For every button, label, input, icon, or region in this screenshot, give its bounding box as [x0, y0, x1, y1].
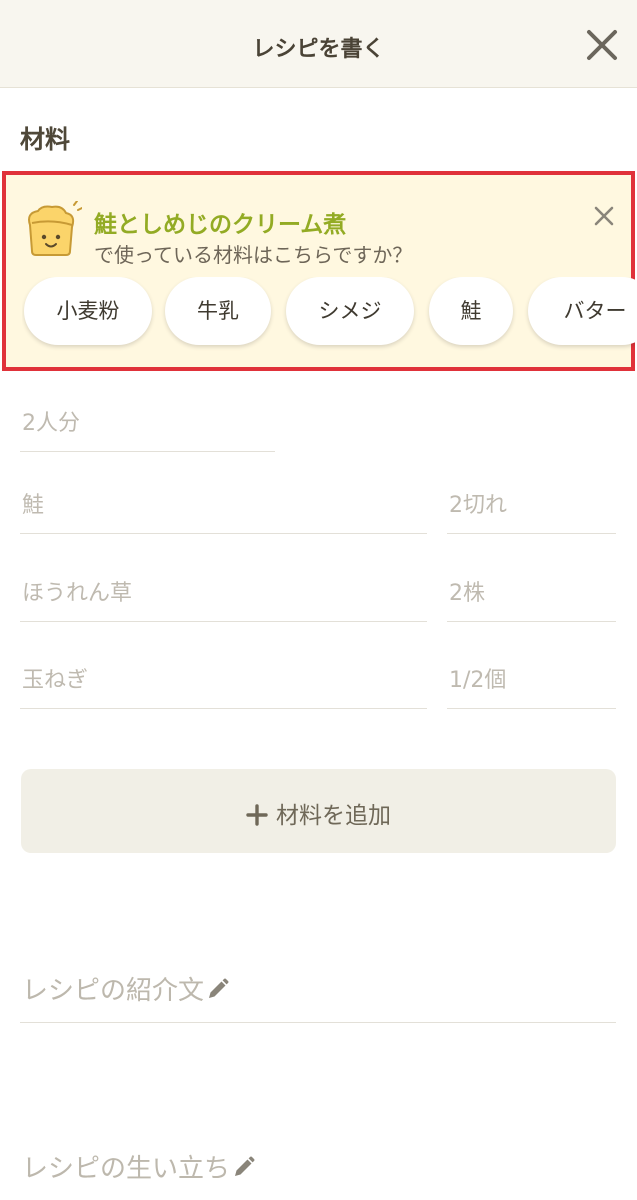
servings-field [20, 396, 275, 452]
ingredient-name-field [20, 653, 427, 709]
page-title: レシピを書く [252, 37, 385, 62]
ingredient-quantity-input[interactable] [447, 478, 616, 533]
suggestion-chip-list: 小麦粉 牛乳 シメジ 鮭 バター [22, 277, 635, 351]
add-ingredient-button[interactable]: 材料を追加 [21, 769, 616, 853]
pencil-icon [209, 978, 229, 998]
ingredient-quantity-field [447, 478, 616, 534]
add-ingredient-label: 材料を追加 [276, 803, 391, 829]
pencil-icon [235, 1156, 255, 1176]
suggestion-close-button[interactable] [593, 205, 615, 227]
recipe-description-field[interactable]: レシピの紹介文 [20, 950, 616, 1023]
servings-input[interactable] [20, 396, 275, 451]
chef-toast-icon [28, 201, 82, 256]
ingredient-chip[interactable]: 鮭 [429, 277, 513, 345]
ingredient-quantity-field [447, 653, 616, 709]
ingredient-quantity-input[interactable] [447, 653, 616, 708]
plus-icon [246, 804, 268, 826]
ingredient-name-field [20, 566, 427, 622]
ingredients-heading: 材料 [20, 125, 71, 154]
close-icon [594, 206, 614, 226]
ingredient-name-input[interactable] [20, 653, 427, 708]
close-icon [587, 30, 617, 60]
recipe-description-label: レシピの紹介文 [22, 976, 205, 1006]
ingredient-chip[interactable]: 牛乳 [165, 277, 271, 345]
add-ingredient-content: 材料を追加 [21, 796, 616, 830]
suggestion-recipe-title: 鮭としめじのクリーム煮 [94, 212, 347, 238]
recipe-description-placeholder: レシピの紹介文 [22, 970, 230, 1007]
ingredient-chip[interactable]: 小麦粉 [24, 277, 152, 345]
ingredient-quantity-input[interactable] [447, 566, 616, 621]
recipe-history-placeholder: レシピの生い立ち [22, 1148, 256, 1185]
suggestion-subtitle: で使っている材料はこちらですか？ [94, 243, 413, 267]
recipe-history-label: レシピの生い立ち [22, 1154, 231, 1184]
ingredient-chip[interactable]: シメジ [286, 277, 414, 345]
ingredient-name-input[interactable] [20, 478, 427, 533]
close-button[interactable] [585, 28, 619, 62]
ingredient-quantity-field [447, 566, 616, 622]
recipe-history-field[interactable]: レシピの生い立ち [20, 1128, 616, 1200]
ingredient-suggestion-panel: 鮭としめじのクリーム煮 で使っている材料はこちらですか？ 小麦粉 牛乳 シメジ … [2, 171, 635, 371]
ingredient-name-field [20, 478, 427, 534]
ingredient-chip[interactable]: バター [528, 277, 635, 345]
top-bar: レシピを書く [0, 0, 637, 88]
ingredient-name-input[interactable] [20, 566, 427, 621]
